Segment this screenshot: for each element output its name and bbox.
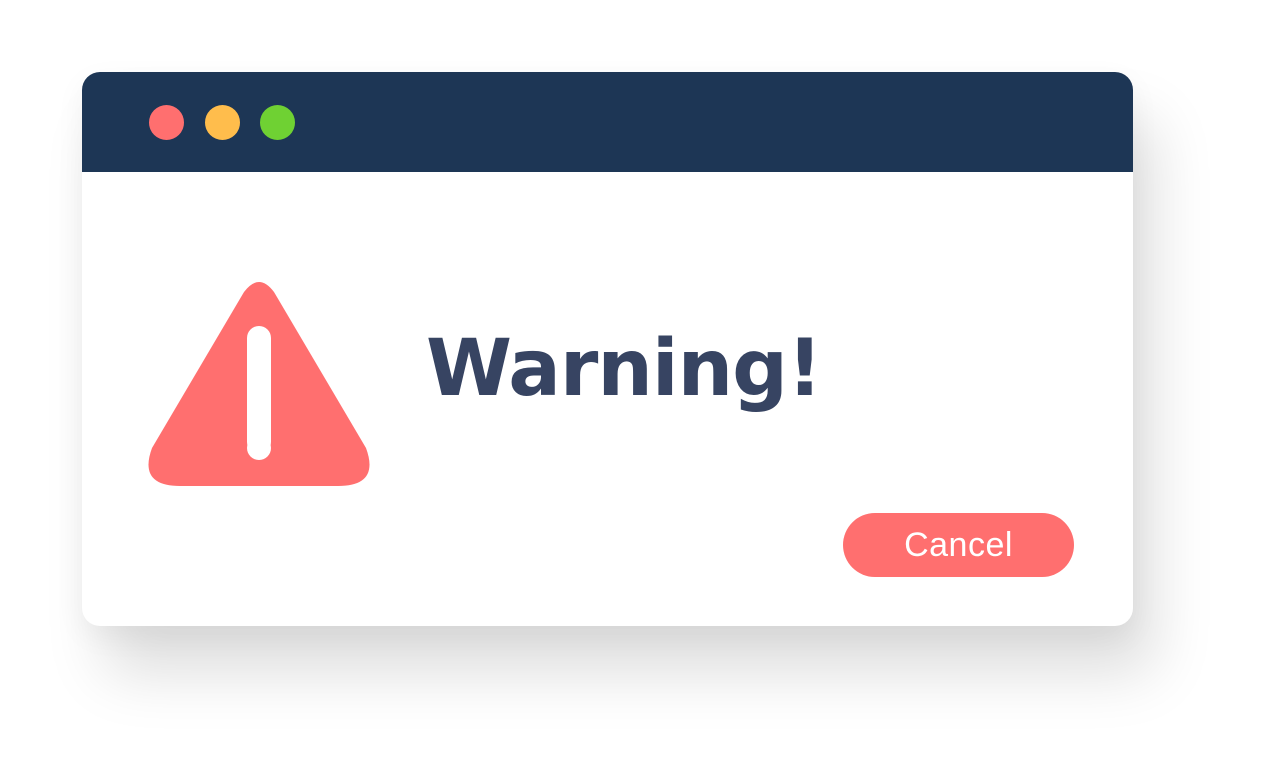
exclamation-dot [247, 436, 271, 460]
window-titlebar [82, 72, 1133, 172]
close-window-button[interactable] [149, 105, 184, 140]
warning-triangle-icon [148, 282, 370, 486]
warning-title: Warning! [426, 324, 823, 414]
minimize-window-button[interactable] [205, 105, 240, 140]
exclamation-bar [247, 326, 271, 454]
warning-dialog: Warning! Cancel [82, 72, 1133, 626]
cancel-button[interactable]: Cancel [843, 513, 1074, 577]
maximize-window-button[interactable] [260, 105, 295, 140]
